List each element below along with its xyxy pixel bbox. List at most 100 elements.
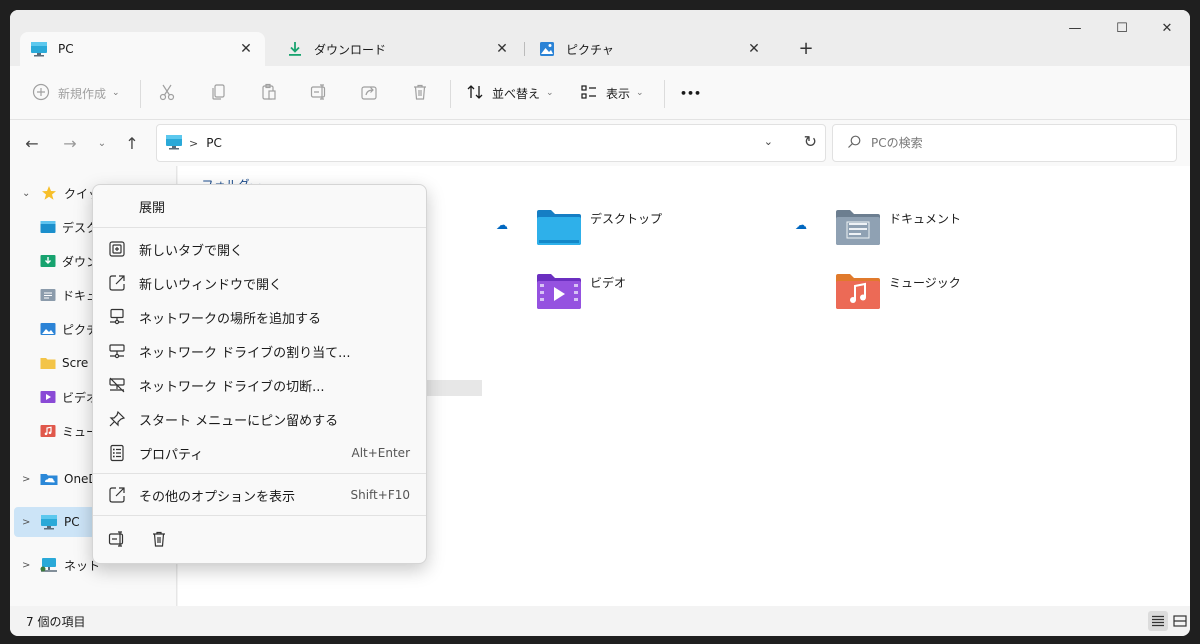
- view-button[interactable]: 表示 ⌄: [580, 78, 644, 108]
- tab-divider: [524, 42, 525, 56]
- menu-item-label: スタート メニューにピン留めする: [139, 413, 339, 429]
- search-input[interactable]: [871, 136, 1151, 150]
- details-view-icon[interactable]: [1148, 611, 1168, 631]
- tab-downloads[interactable]: ダウンロード ✕: [276, 32, 521, 66]
- paste-button[interactable]: [260, 78, 278, 108]
- maximize-button[interactable]: ☐: [1099, 14, 1145, 42]
- forward-arrow-icon[interactable]: →: [58, 132, 82, 154]
- tiles-view-icon[interactable]: [1170, 611, 1190, 631]
- menu-item-shortcut: Shift+F10: [350, 488, 410, 502]
- new-label: 新規作成: [58, 86, 107, 101]
- menu-item-properties[interactable]: プロパティ Alt+Enter: [97, 437, 422, 469]
- desktop-folder-icon: [536, 208, 582, 246]
- tab-pc[interactable]: PC ✕: [20, 32, 265, 66]
- up-arrow-icon[interactable]: ↑: [120, 132, 144, 154]
- menu-item-expand[interactable]: 展開: [97, 190, 422, 222]
- plus-circle-icon: [32, 83, 50, 104]
- menu-item-disconnect-network-drive[interactable]: ネットワーク ドライブの切断...: [97, 369, 422, 401]
- menu-divider: [93, 515, 426, 516]
- chevron-down-icon: ⌄: [112, 88, 120, 98]
- toolbar-divider: [664, 80, 665, 108]
- menu-divider: [93, 227, 426, 228]
- star-icon: [40, 185, 58, 201]
- breadcrumb-chevron-icon[interactable]: >: [189, 137, 198, 150]
- menu-item-add-network-location[interactable]: ネットワークの場所を追加する: [97, 301, 422, 333]
- sort-icon: [466, 83, 484, 104]
- folder-label: ビデオ: [590, 276, 627, 290]
- pc-icon: [40, 514, 58, 530]
- sidebar-item-label: PC: [64, 515, 80, 529]
- properties-icon: [107, 443, 127, 463]
- new-tab-icon[interactable]: +: [795, 38, 817, 60]
- close-tab-icon[interactable]: ✕: [745, 40, 763, 58]
- search-icon: [847, 135, 861, 152]
- rename-icon[interactable]: [103, 525, 131, 553]
- more-options-icon: [107, 485, 127, 505]
- menu-item-show-more-options[interactable]: その他のオプションを表示 Shift+F10: [97, 479, 422, 511]
- menu-item-open-new-window[interactable]: 新しいウィンドウで開く: [97, 267, 422, 299]
- menu-item-open-new-tab[interactable]: 新しいタブで開く: [97, 233, 422, 265]
- videos-folder-icon: [40, 389, 56, 405]
- chevron-down-icon[interactable]: ⌄: [22, 188, 36, 199]
- menu-item-label: 展開: [139, 200, 166, 216]
- pictures-icon: [538, 40, 556, 58]
- menu-item-shortcut: Alt+Enter: [351, 446, 410, 460]
- chevron-right-icon[interactable]: >: [22, 474, 36, 485]
- menu-item-label: その他のオプションを表示: [139, 489, 296, 505]
- back-arrow-icon[interactable]: ←: [20, 132, 44, 154]
- folder-videos[interactable]: ビデオ: [536, 272, 626, 310]
- sort-button[interactable]: 並べ替え ⌄: [466, 78, 554, 108]
- folder-music[interactable]: ミュージック: [835, 272, 961, 310]
- delete-button[interactable]: [411, 78, 429, 108]
- folder-label: ドキュメント: [889, 212, 962, 226]
- minimize-button[interactable]: —: [1052, 14, 1098, 42]
- desktop-folder-icon: [40, 219, 56, 235]
- menu-item-label: 新しいタブで開く: [139, 243, 244, 259]
- music-folder-icon: [835, 272, 881, 310]
- pc-icon: [30, 40, 48, 58]
- title-bar: PC ✕ ダウンロード ✕ ピクチャ ✕ + — ☐ ✕: [10, 10, 1190, 66]
- chevron-down-icon: ⌄: [636, 88, 644, 98]
- menu-item-pin-to-start[interactable]: スタート メニューにピン留めする: [97, 403, 422, 435]
- close-tab-icon[interactable]: ✕: [493, 40, 511, 58]
- chevron-down-icon: ⌄: [546, 88, 554, 98]
- new-button[interactable]: 新規作成 ⌄: [32, 78, 120, 108]
- folder-desktop[interactable]: ☁ デスクトップ: [496, 208, 662, 246]
- copy-icon: [210, 83, 228, 104]
- search-box[interactable]: [832, 124, 1177, 162]
- menu-item-map-network-drive[interactable]: ネットワーク ドライブの割り当て...: [97, 335, 422, 367]
- menu-item-label: ネットワーク ドライブの切断...: [139, 379, 325, 395]
- downloads-folder-icon: [40, 253, 56, 269]
- trash-icon[interactable]: [145, 525, 173, 553]
- map-drive-icon: [107, 341, 127, 361]
- view-label: 表示: [606, 86, 631, 101]
- disconnect-drive-icon: [107, 375, 127, 395]
- folder-icon: [40, 355, 56, 371]
- tab-pictures[interactable]: ピクチャ ✕: [528, 32, 773, 66]
- sidebar-item-label: Scre: [62, 356, 89, 370]
- rename-button[interactable]: [310, 78, 328, 108]
- context-menu: 展開 新しいタブで開く 新しいウィンドウで開く ネットワークの場所を追加する ネ…: [92, 184, 427, 564]
- copy-button[interactable]: [210, 78, 228, 108]
- breadcrumb-pc[interactable]: PC: [206, 136, 222, 150]
- toolbar-divider: [450, 80, 451, 108]
- onedrive-icon: [40, 471, 58, 487]
- share-icon: [360, 83, 378, 104]
- chevron-right-icon[interactable]: >: [22, 517, 36, 528]
- share-button[interactable]: [360, 78, 378, 108]
- refresh-icon[interactable]: ↻: [804, 132, 817, 151]
- address-bar[interactable]: > PC ⌄ ↻: [156, 124, 826, 162]
- music-folder-icon: [40, 423, 56, 439]
- menu-divider: [93, 473, 426, 474]
- close-tab-icon[interactable]: ✕: [237, 40, 255, 58]
- recent-locations-chevron-icon[interactable]: ⌄: [90, 132, 114, 154]
- paste-icon: [260, 83, 278, 104]
- chevron-right-icon[interactable]: >: [22, 560, 36, 571]
- folder-documents[interactable]: ☁ ドキュメント: [795, 208, 962, 246]
- address-history-chevron-icon[interactable]: ⌄: [764, 135, 773, 148]
- tab-label: ダウンロード: [314, 42, 387, 57]
- more-button[interactable]: •••: [680, 78, 701, 108]
- view-list-icon: [580, 83, 598, 104]
- cut-button[interactable]: [158, 78, 176, 108]
- close-button[interactable]: ✕: [1144, 14, 1190, 42]
